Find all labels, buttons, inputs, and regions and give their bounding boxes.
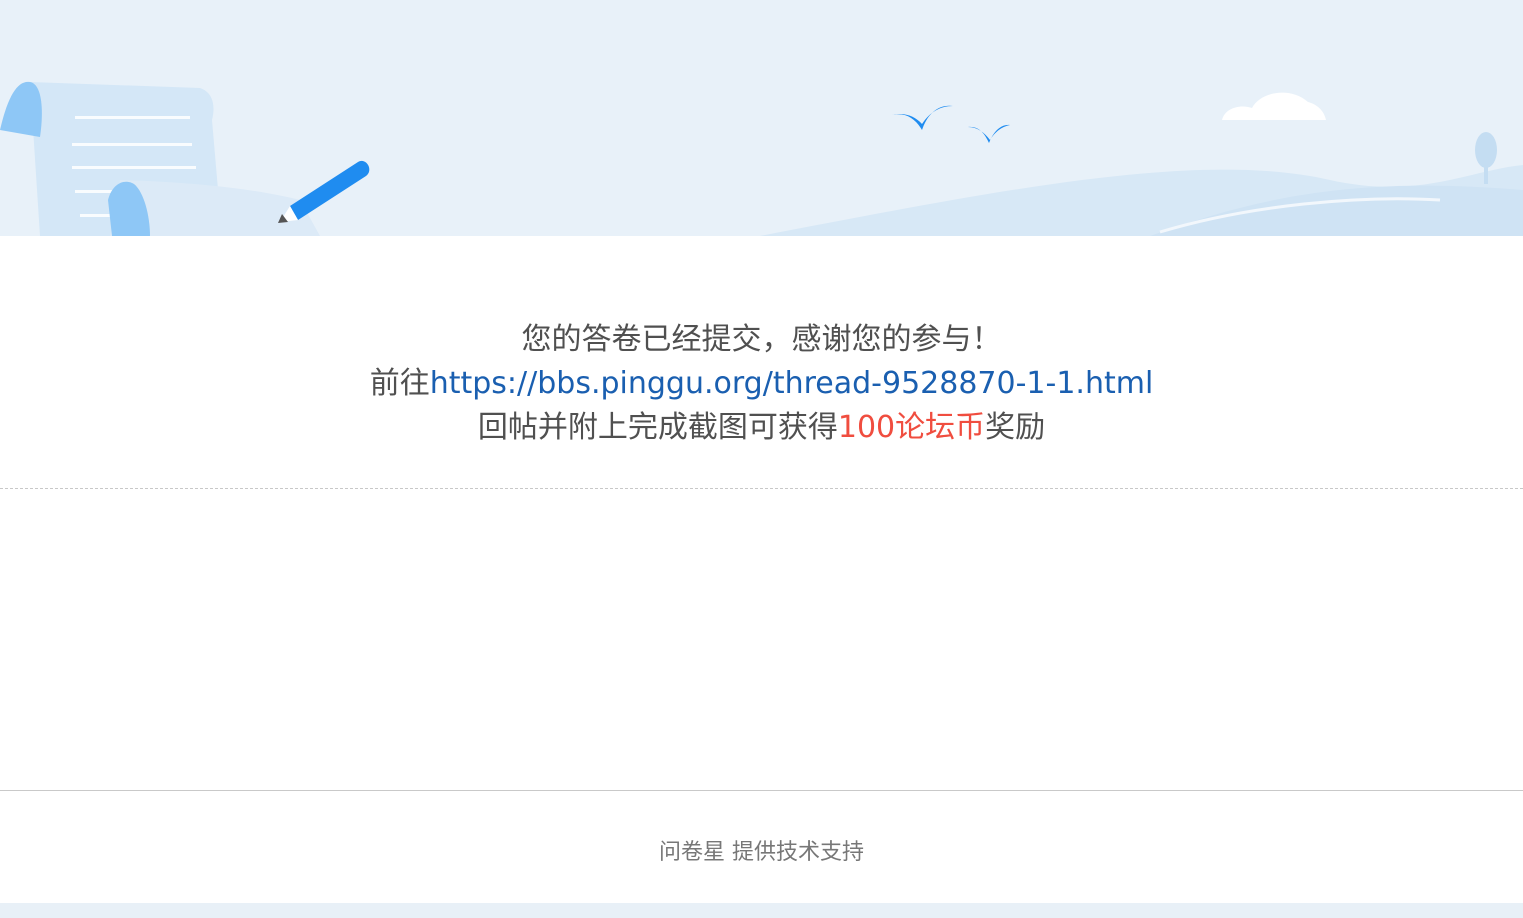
forum-instruction-line: 前往https://bbs.pinggu.org/thread-9528870-… (0, 362, 1523, 406)
banner-illustration (0, 81, 1523, 236)
header-banner (0, 0, 1523, 236)
reward-amount: 100论坛币 (837, 410, 986, 445)
paper-roll-shape (0, 81, 42, 137)
footer-credit-text: 提供技术支持 (725, 840, 864, 865)
reward-suffix: 奖励 (985, 410, 1046, 445)
footer-divider (0, 790, 1523, 791)
dashed-divider (0, 488, 1523, 489)
bird-icon (968, 124, 1010, 143)
reward-prefix: 回帖并附上完成截图可获得 (477, 410, 838, 445)
forum-thread-link[interactable]: https://bbs.pinggu.org/thread-9528870-1-… (430, 366, 1154, 401)
footer-brand-link[interactable]: 问卷星 (659, 840, 725, 865)
thank-you-text: 您的答卷已经提交，感谢您的参与！ (521, 322, 1002, 357)
completion-message: 您的答卷已经提交，感谢您的参与！ 前往https://bbs.pinggu.or… (0, 318, 1523, 450)
footer-bar (0, 903, 1523, 918)
bird-icon (892, 105, 953, 130)
cloud-icon (1222, 92, 1326, 120)
footer-credit: 问卷星 提供技术支持 (0, 834, 1523, 866)
reward-line: 回帖并附上完成截图可获得100论坛币奖励 (0, 406, 1523, 450)
goto-prefix: 前往 (369, 366, 430, 401)
pen-icon (278, 160, 370, 223)
